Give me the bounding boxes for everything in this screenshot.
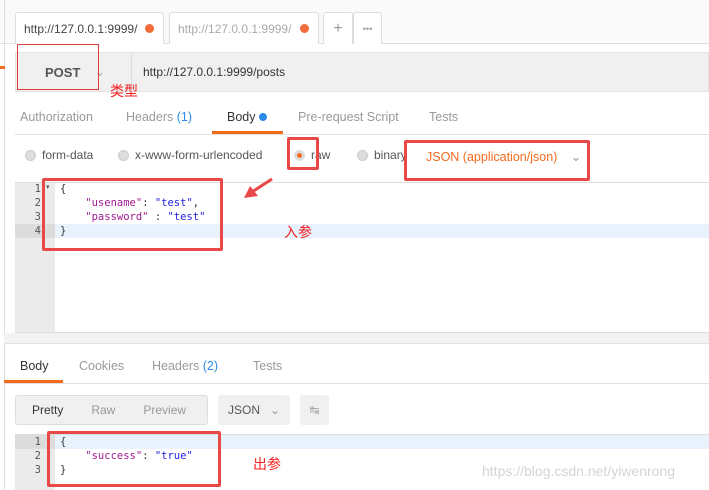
url-input[interactable]: http://127.0.0.1:9999/posts <box>143 65 285 79</box>
tab-label: Headers <box>152 359 200 373</box>
line-number: 2 <box>34 197 41 209</box>
line-number: 1 <box>34 183 41 195</box>
raw-button[interactable]: Raw <box>91 403 115 417</box>
annotation-box <box>42 178 223 251</box>
annotation-box <box>17 44 99 90</box>
more-tabs-button[interactable]: ••• <box>353 12 382 44</box>
wrap-lines-button[interactable]: ↹ <box>300 395 329 425</box>
annotation-type: 类型 <box>110 83 138 99</box>
radio-urlencoded[interactable]: x-www-form-urlencoded <box>118 148 262 162</box>
more-icon: ••• <box>362 23 373 34</box>
preview-button[interactable]: Preview <box>143 403 186 417</box>
radio-icon <box>25 149 36 161</box>
response-tab-headers[interactable]: Headers (2) <box>152 359 218 373</box>
tab-prerequest-script[interactable]: Pre-request Script <box>298 110 399 124</box>
headers-count: (1) <box>176 110 193 124</box>
line-number: 3 <box>34 464 41 476</box>
new-tab-button[interactable]: + <box>323 12 353 44</box>
tab-label: Headers <box>126 110 174 124</box>
radio-label: form-data <box>42 148 94 162</box>
request-tab-1[interactable]: http://127.0.0.1:9999/ <box>15 12 164 44</box>
radio-form-data[interactable]: form-data <box>25 148 93 162</box>
request-tab-2[interactable]: http://127.0.0.1:9999/ <box>169 12 319 44</box>
tab-body[interactable]: Body <box>227 110 267 124</box>
pane-divider[interactable] <box>4 333 709 344</box>
headers-count: (2) <box>202 359 219 373</box>
tab-tests[interactable]: Tests <box>429 110 458 124</box>
plus-icon: + <box>333 19 343 37</box>
arrow-icon <box>244 177 273 198</box>
annotation-input: 入参 <box>284 224 312 240</box>
annotation-box <box>287 137 319 170</box>
annotation-box <box>47 431 221 487</box>
dot-icon <box>258 113 267 121</box>
unsaved-dot-icon <box>300 24 309 33</box>
sidebar-marker <box>0 66 5 69</box>
divider <box>4 383 709 384</box>
line-number: 2 <box>34 450 41 462</box>
radio-label: binary <box>374 148 407 162</box>
tab-authorization[interactable]: Authorization <box>20 110 93 124</box>
tab-label: http://127.0.0.1:9999/ <box>178 21 292 36</box>
chevron-down-icon: ⌄ <box>270 403 281 417</box>
watermark: https://blog.csdn.net/yiwenrong <box>482 463 676 479</box>
pretty-button[interactable]: Pretty <box>32 403 63 417</box>
unsaved-dot-icon <box>145 24 154 33</box>
divider <box>15 134 709 135</box>
radio-icon <box>357 149 368 161</box>
format-select[interactable]: JSON ⌄ <box>218 395 290 425</box>
line-number: 3 <box>34 211 41 223</box>
response-tab-body[interactable]: Body <box>20 359 49 373</box>
format-label: JSON <box>228 403 261 417</box>
wrap-icon: ↹ <box>309 403 320 417</box>
view-mode-group: Pretty Raw Preview <box>15 395 208 425</box>
tab-headers[interactable]: Headers (1) <box>126 110 192 124</box>
annotation-output: 出参 <box>253 456 281 472</box>
line-number: 4 <box>34 225 41 237</box>
sidebar-edge <box>4 0 5 490</box>
radio-binary[interactable]: binary <box>357 148 407 162</box>
annotation-box <box>404 140 590 181</box>
radio-icon <box>118 149 129 161</box>
radio-label: x-www-form-urlencoded <box>135 148 263 162</box>
line-number: 1 <box>34 436 41 448</box>
tab-label: Body <box>227 110 256 124</box>
response-tab-cookies[interactable]: Cookies <box>79 359 124 373</box>
response-tab-tests[interactable]: Tests <box>253 359 282 373</box>
tab-label: http://127.0.0.1:9999/ <box>24 21 138 36</box>
